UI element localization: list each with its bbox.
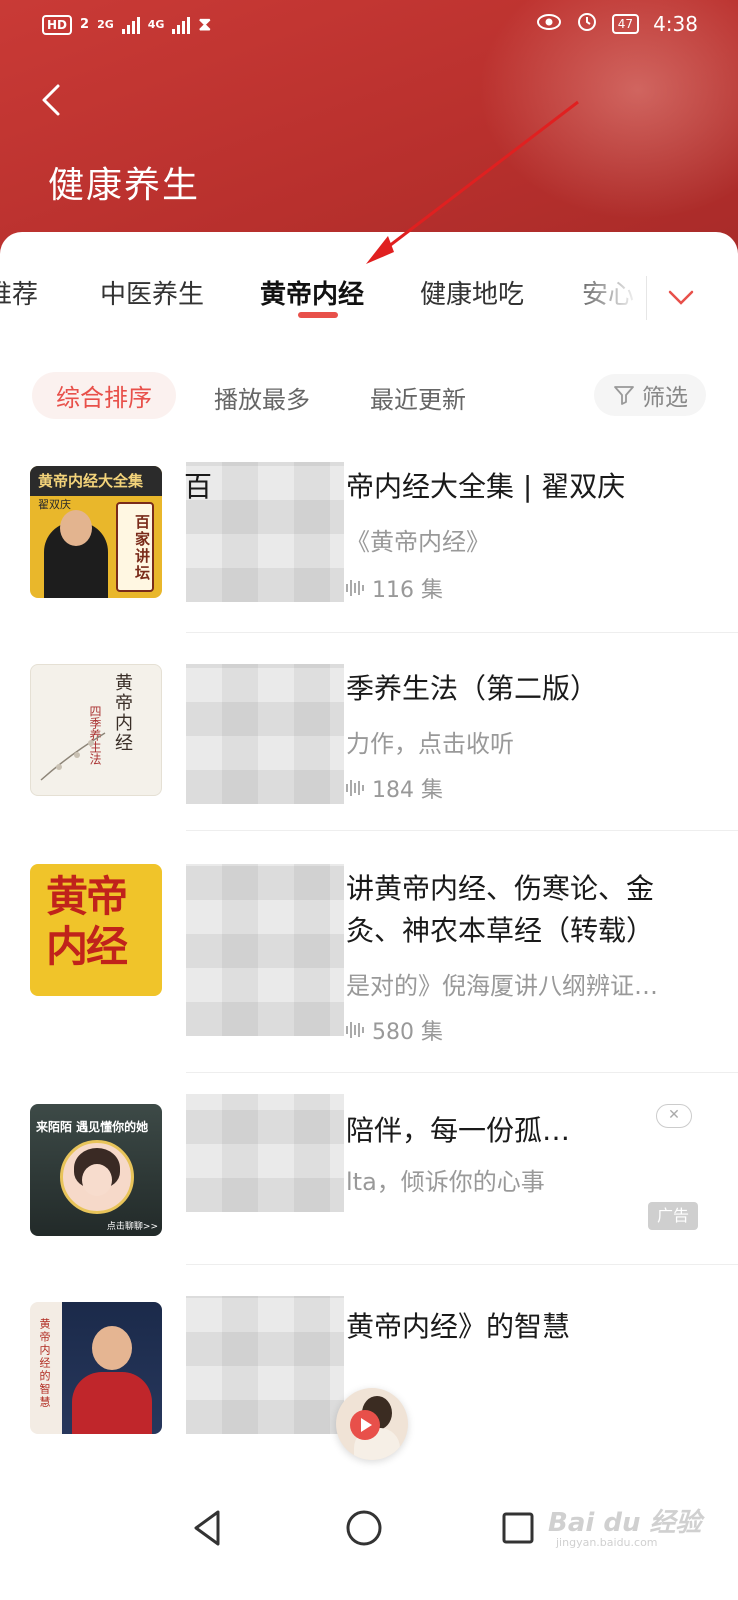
net-type-1: 2G [97, 18, 114, 31]
album-meta: 580 集 [346, 1014, 443, 1046]
album-title-wrap: 百 帝内经大全集 | 翟双庆 [184, 466, 626, 508]
blurred-region [186, 664, 344, 804]
album-cover: 黄帝内经 [30, 864, 162, 996]
signal-icon [121, 16, 140, 34]
sim-number: 2 [80, 17, 90, 32]
baidu-watermark-url: jingyan.baidu.com [556, 1536, 658, 1549]
item-divider [186, 1072, 738, 1073]
sort-most-played[interactable]: 播放最多 [214, 380, 310, 415]
audio-wave-icon [346, 779, 364, 797]
baidu-watermark: Bai du 经验 [548, 1508, 702, 1538]
album-cover: 黄帝内经 四季养生法 [30, 664, 162, 796]
ad-cover-cta: 点击聊聊>> [106, 1222, 158, 1232]
chevron-left-icon [42, 84, 60, 116]
album-meta: 116 集 [346, 572, 443, 604]
album-cover: 黄帝内经的智慧 [30, 1302, 162, 1434]
sort-comprehensive[interactable]: 综合排序 [32, 372, 176, 419]
status-right: 47 4:38 [536, 10, 698, 37]
ad-cover-text: 来陌陌 遇见懂你的她 [36, 1120, 149, 1134]
mini-player-button[interactable] [336, 1388, 408, 1460]
item-divider [186, 1264, 738, 1265]
episode-count: 116 集 [372, 578, 443, 603]
item-divider [186, 632, 738, 633]
album-meta: 184 集 [346, 772, 443, 804]
status-left: HD 2 2G 4G ⧗ [42, 14, 211, 35]
hd-badge: HD [42, 14, 73, 35]
album-title: 帝内经大全集 | 翟双庆 [346, 470, 626, 503]
audio-wave-icon [346, 579, 364, 597]
blurred-region [186, 864, 344, 1036]
album-title-line2: 灸、神农本草经（转载） [346, 914, 655, 947]
ad-subtitle: lta，倾诉你的心事 [346, 1168, 545, 1196]
chevron-down-icon [668, 290, 694, 305]
branch-illustration-icon [40, 732, 106, 781]
sort-bar: 综合排序 播放最多 最近更新 筛选 [0, 372, 738, 422]
active-tab-indicator [298, 312, 338, 318]
system-nav-bar: Bai du 经验 jingyan.baidu.com [0, 1480, 738, 1600]
filter-label: 筛选 [642, 385, 688, 411]
ad-cover: 来陌陌 遇见懂你的她 点击聊聊>> [30, 1104, 162, 1236]
album-subtitle: 是对的》倪海厦讲八纲辨证… [346, 972, 658, 1000]
nav-recents-button[interactable] [496, 1506, 540, 1550]
tab-huangdi-neijing[interactable]: 黄帝内经 [260, 274, 364, 311]
ad-title: 陪伴，每一份孤… [346, 1114, 571, 1147]
sort-recently-updated[interactable]: 最近更新 [370, 380, 466, 415]
tab-tcm-health[interactable]: 中医养生 [100, 274, 204, 311]
play-icon [350, 1410, 380, 1440]
close-ad-button[interactable]: ✕ [656, 1104, 692, 1128]
tabs-fade [560, 268, 640, 328]
expand-tabs-button[interactable] [664, 282, 698, 312]
filter-icon [614, 386, 634, 405]
hourglass-icon: ⧗ [198, 14, 212, 35]
album-subtitle: 《黄帝内经》 [346, 528, 490, 556]
audio-wave-icon [346, 1021, 364, 1039]
status-bar: HD 2 2G 4G ⧗ 47 4:38 [0, 0, 738, 52]
filter-button[interactable]: 筛选 [594, 374, 706, 416]
album-title: 季养生法（第二版） [346, 672, 599, 705]
album-title-lead: 百 [184, 470, 213, 503]
square-recents-icon [502, 1512, 534, 1544]
clock-time: 4:38 [653, 11, 698, 36]
battery-icon: 47 [611, 13, 640, 34]
tabs-divider [646, 276, 647, 320]
album-title: 黄帝内经》的智慧 [346, 1310, 571, 1343]
circle-home-icon [346, 1510, 382, 1546]
tab-healthy-eating[interactable]: 健康地吃 [420, 274, 524, 311]
ad-badge: 广告 [648, 1202, 698, 1230]
cover-title: 黄帝内经 [112, 673, 133, 753]
signal-icon-2 [172, 16, 191, 34]
cover-side-text: 黄帝内经的智慧 [38, 1318, 51, 1409]
cover-title: 黄帝内经 [46, 872, 128, 971]
net-type-2: 4G [147, 18, 165, 31]
item-divider [186, 830, 738, 831]
episode-count: 184 集 [372, 778, 443, 803]
nav-home-button[interactable] [342, 1506, 386, 1550]
album-title-line1: 讲黄帝内经、伤寒论、金 [346, 872, 655, 905]
blurred-region [186, 1296, 344, 1434]
cover-badge: 百家讲坛 [116, 502, 154, 592]
cover-author: 翟双庆 [38, 498, 71, 511]
category-tabs: 推荐 中医养生 黄帝内经 健康地吃 安心 [0, 268, 640, 328]
album-cover: 黄帝内经大全集 翟双庆 百家讲坛 [30, 466, 162, 598]
eye-icon [536, 12, 562, 36]
triangle-back-icon [194, 1510, 220, 1546]
tab-recommend[interactable]: 推荐 [0, 274, 38, 311]
back-button[interactable] [34, 80, 74, 120]
episode-count: 580 集 [372, 1020, 443, 1045]
page-title: 健康养生 [48, 165, 201, 206]
nav-back-button[interactable] [186, 1506, 230, 1550]
alarm-icon [576, 10, 598, 37]
blurred-region [186, 1094, 344, 1212]
album-subtitle: 力作，点击收听 [346, 730, 514, 758]
cover-title: 黄帝内经大全集 [38, 472, 144, 490]
